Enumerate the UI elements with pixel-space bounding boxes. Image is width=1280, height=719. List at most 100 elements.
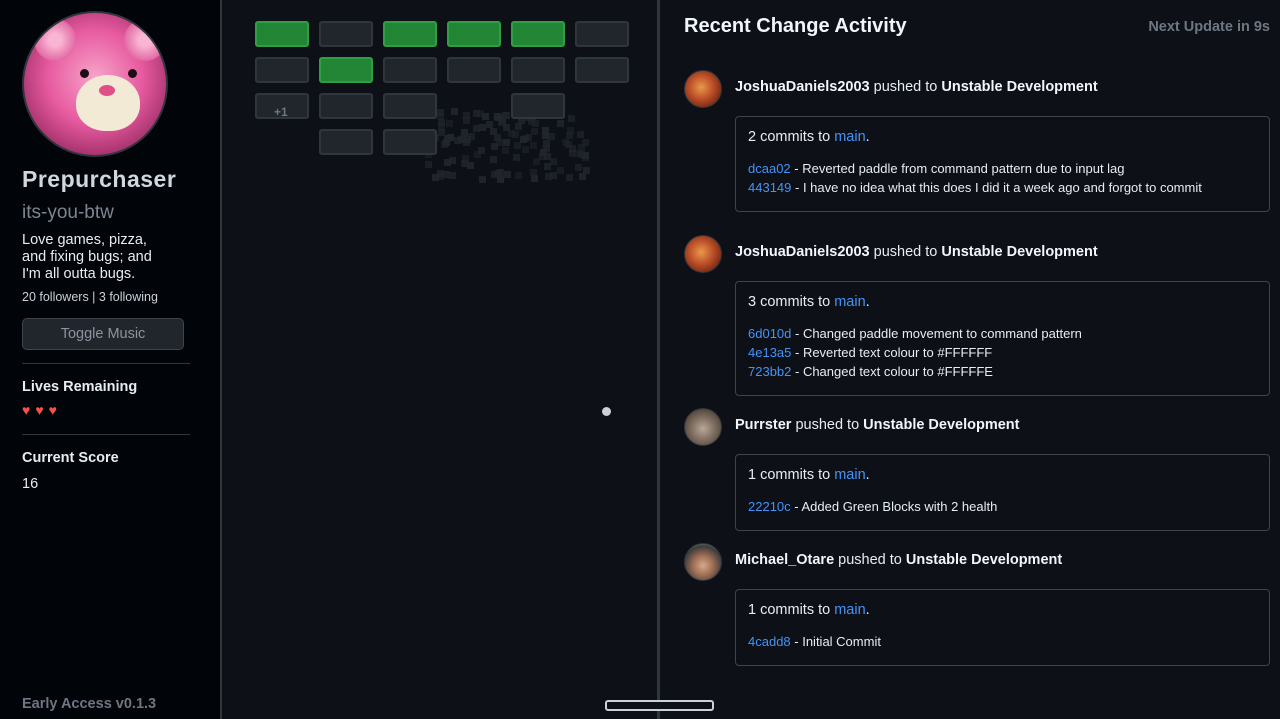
brick-debris (424, 108, 594, 184)
event-user-link[interactable]: Michael_Otare (735, 552, 834, 568)
brick-green (447, 21, 501, 47)
heart-icon: ♥ (35, 402, 44, 418)
commit-sha-link[interactable]: 22210c (748, 499, 791, 514)
branch-link[interactable]: main (834, 602, 865, 618)
commit-row: 4e13a5 - Reverted text colour to #FFFFFF (748, 345, 992, 360)
brick-green (319, 57, 373, 83)
event-repo-link[interactable]: Unstable Development (941, 244, 1097, 260)
commit-box: 1 commits to main. 22210c - Added Green B… (735, 454, 1270, 531)
event-headline: JoshuaDaniels2003 pushed to Unstable Dev… (735, 79, 1098, 95)
commit-row: 443149 - I have no idea what this does I… (748, 180, 1202, 195)
score-popup: +1 (274, 105, 288, 119)
event-headline: JoshuaDaniels2003 pushed to Unstable Dev… (735, 244, 1098, 260)
login-name: its-you-btw (22, 202, 114, 223)
branch-link[interactable]: main (834, 294, 865, 310)
paddle[interactable] (605, 700, 714, 711)
event-repo-link[interactable]: Unstable Development (941, 79, 1097, 95)
pushed-to-text: pushed to (869, 244, 942, 260)
commit-message: - Changed text colour to #FFFFFE (791, 364, 993, 379)
game-area[interactable]: +1 (224, 0, 714, 719)
commit-row: 4cadd8 - Initial Commit (748, 634, 881, 649)
score-value: 16 (22, 476, 39, 492)
toggle-music-button[interactable]: Toggle Music (22, 318, 184, 350)
commit-sha-link[interactable]: 443149 (748, 180, 791, 195)
brick (447, 57, 501, 83)
cat-avatar[interactable] (684, 408, 722, 446)
version-label: Early Access v0.1.3 (22, 696, 157, 712)
commit-count: 2 commits to main. (748, 129, 870, 145)
brick (511, 57, 565, 83)
brick (511, 93, 565, 119)
feed-title: Recent Change Activity (684, 15, 907, 37)
bear-eye-right (128, 69, 137, 78)
commit-message: - Reverted text colour to #FFFFFF (791, 345, 993, 360)
commit-sha-link[interactable]: dcaa02 (748, 161, 791, 176)
commit-message: - Added Green Blocks with 2 health (790, 499, 998, 514)
event-headline: Purrster pushed to Unstable Development (735, 417, 1020, 433)
commit-message: - Changed paddle movement to command pat… (791, 326, 1082, 341)
event-headline: Michael_Otare pushed to Unstable Develop… (735, 552, 1062, 568)
pushed-to-text: pushed to (834, 552, 906, 568)
brick (383, 57, 437, 83)
commit-row: dcaa02 - Reverted paddle from command pa… (748, 161, 1125, 176)
commit-row: 6d010d - Changed paddle movement to comm… (748, 326, 1082, 341)
brick-green (511, 21, 565, 47)
event-repo-link[interactable]: Unstable Development (906, 552, 1062, 568)
commit-sha-link[interactable]: 6d010d (748, 326, 791, 341)
divider (22, 434, 190, 435)
profile-sidebar: Prepurchaser its-you-btw Love games, piz… (0, 0, 222, 719)
follow-stats: 20 followers | 3 following (22, 290, 158, 304)
divider (22, 363, 190, 364)
commit-message: - I have no idea what this does I did it… (791, 180, 1202, 195)
commit-count: 3 commits to main. (748, 294, 870, 310)
commit-sha-link[interactable]: 4e13a5 (748, 345, 791, 360)
brick-green (383, 21, 437, 47)
pizza-avatar[interactable] (684, 235, 722, 273)
heart-icon: ♥ (48, 402, 57, 418)
brick (319, 21, 373, 47)
commit-sha-link[interactable]: 723bb2 (748, 364, 791, 379)
bear-eye-left (80, 69, 89, 78)
brick (383, 93, 437, 119)
heart-icon: ♥ (22, 402, 31, 418)
brick (319, 129, 373, 155)
commit-row: 723bb2 - Changed text colour to #FFFFFE (748, 364, 993, 379)
commit-count: 1 commits to main. (748, 467, 870, 483)
pushed-to-text: pushed to (869, 79, 942, 95)
commit-box: 1 commits to main. 4cadd8 - Initial Commi… (735, 589, 1270, 666)
event-user-link[interactable]: JoshuaDaniels2003 (735, 244, 870, 260)
bio: Love games, pizza, and fixing bugs; and … (22, 232, 152, 282)
commit-box: 3 commits to main. 6d010d - Changed paddl… (735, 281, 1270, 396)
event-user-link[interactable]: JoshuaDaniels2003 (735, 79, 870, 95)
bear-muzzle (76, 75, 140, 131)
brick (575, 57, 629, 83)
pizza-avatar[interactable] (684, 70, 722, 108)
brick (319, 93, 373, 119)
brick-green (255, 21, 309, 47)
lives-hearts: ♥ ♥ ♥ (22, 403, 57, 417)
brick (575, 21, 629, 47)
brick (255, 57, 309, 83)
branch-link[interactable]: main (834, 129, 865, 145)
bear-ear-left (34, 19, 76, 61)
commit-box: 2 commits to main. dcaa02 - Reverted padd… (735, 116, 1270, 212)
event-user-link[interactable]: Purrster (735, 417, 791, 433)
pushed-to-text: pushed to (791, 417, 864, 433)
display-name: Prepurchaser (22, 166, 177, 192)
commit-row: 22210c - Added Green Blocks with 2 healt… (748, 499, 997, 514)
score-label: Current Score (22, 450, 119, 466)
event-repo-link[interactable]: Unstable Development (863, 417, 1019, 433)
ball (602, 407, 611, 416)
commit-message: - Initial Commit (790, 634, 881, 649)
commit-message: - Reverted paddle from command pattern d… (790, 161, 1125, 176)
brick (383, 129, 437, 155)
bear-ear-right (124, 19, 166, 61)
lives-label: Lives Remaining (22, 379, 138, 395)
profile-avatar (22, 11, 168, 157)
commit-sha-link[interactable]: 4cadd8 (748, 634, 791, 649)
branch-link[interactable]: main (834, 467, 865, 483)
person-avatar[interactable] (684, 543, 722, 581)
next-update-timer: Next Update in 9s (1148, 19, 1270, 35)
bear-nose (99, 85, 115, 96)
commit-count: 1 commits to main. (748, 602, 870, 618)
